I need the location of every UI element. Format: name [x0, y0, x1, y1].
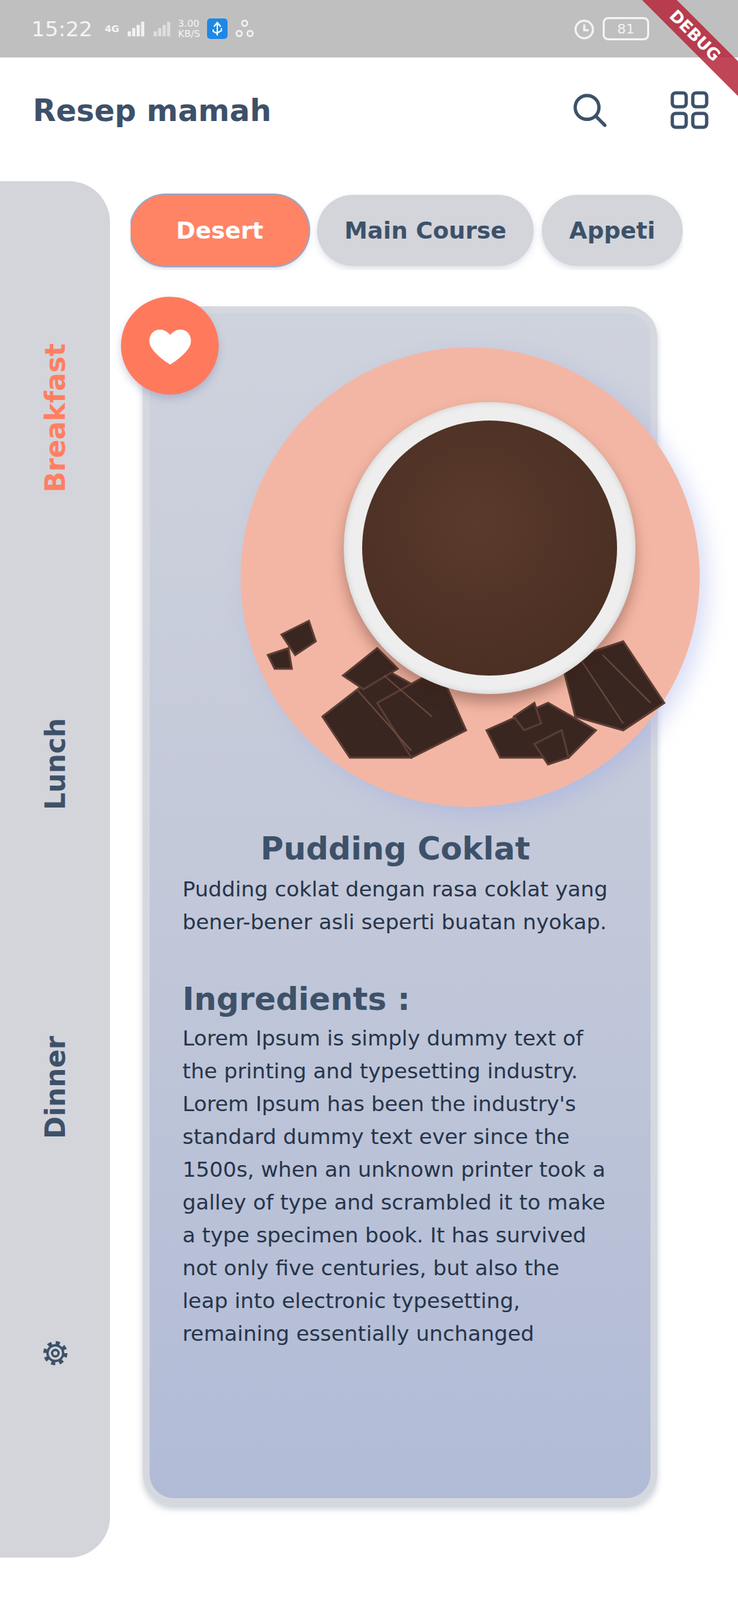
screen: 15:224G3.00KB/S81DEBUGResep mamahBreakfa… — [0, 0, 738, 1599]
status-time: 15:22 — [31, 16, 93, 41]
recipe-card[interactable]: Pudding Coklat Pudding coklat dengan rasa… — [142, 306, 658, 1505]
network-speed: 3.00KB/S — [178, 18, 201, 39]
ingredients-heading: Ingredients : — [182, 979, 609, 1017]
signal-icon — [126, 20, 146, 37]
no-signal-icon — [152, 20, 172, 37]
network-type: 4G — [104, 23, 119, 35]
sidebar-item[interactable]: Lunch — [39, 717, 72, 810]
sidebar-item[interactable]: Breakfast — [39, 343, 72, 492]
app-title: Resep mamah — [32, 92, 272, 128]
category-tab[interactable]: Appeti — [541, 194, 683, 266]
recipe-title: Pudding Coklat — [182, 829, 609, 867]
ingredients-text: Lorem Ipsum is simply dummy text of the … — [182, 1020, 609, 1349]
category-tab[interactable]: Main Course — [317, 194, 534, 266]
gear-icon[interactable] — [39, 1336, 72, 1369]
status-bar: 15:224G3.00KB/S81DEBUG — [0, 0, 738, 58]
sidebar-item[interactable]: Dinner — [39, 1035, 72, 1139]
app-bar: Resep mamah — [0, 57, 738, 163]
pudding — [362, 420, 618, 676]
favorite-button[interactable] — [120, 296, 219, 395]
alarm-icon — [572, 17, 596, 41]
pudding-bowl — [343, 401, 636, 694]
sidebar: Breakfast Lunch Dinner — [0, 181, 111, 1557]
category-tab[interactable]: Desert — [130, 194, 309, 266]
grid-icon[interactable] — [669, 90, 710, 130]
heart-icon — [147, 323, 193, 369]
share-icon — [234, 18, 255, 39]
usb-icon — [207, 18, 228, 39]
body: Breakfast Lunch Dinner DesertMain CourseApp… — [0, 181, 738, 1557]
battery: 81 — [602, 17, 650, 41]
category-tabs: DesertMain CourseAppeti — [130, 193, 684, 270]
content: DesertMain CourseAppetiPudding CoklatPud… — [110, 181, 738, 1546]
recipe-description: Pudding coklat dengan rasa coklat yang b… — [182, 871, 609, 938]
dish-image — [240, 347, 700, 807]
search-icon[interactable] — [569, 90, 610, 130]
